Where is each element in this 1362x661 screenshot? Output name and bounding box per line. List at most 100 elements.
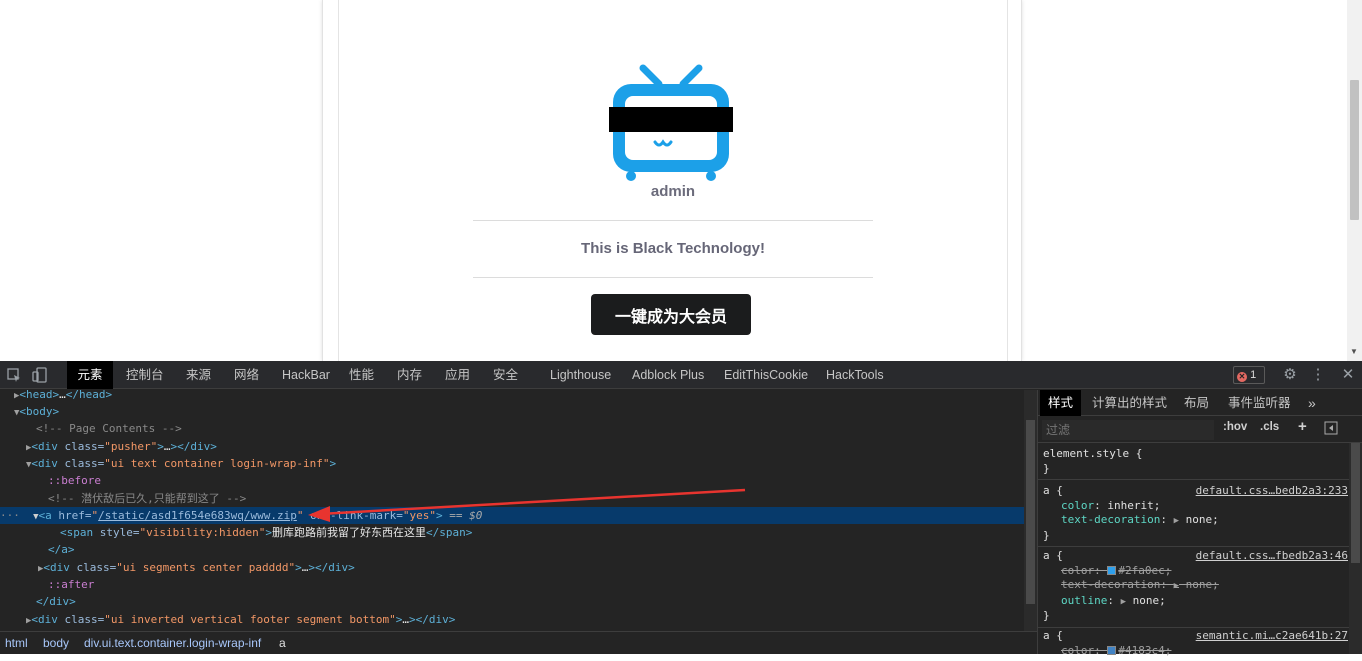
tree-pseudo-after[interactable]: ::after: [0, 576, 1024, 593]
attr-value: "ui segments center padddd": [116, 561, 296, 574]
tab-elements[interactable]: 元素: [67, 361, 113, 389]
attr-name: href=: [58, 509, 92, 522]
styles-scrollbar-thumb[interactable]: [1351, 443, 1360, 563]
tab-adblock-plus[interactable]: Adblock Plus: [632, 361, 704, 389]
new-rule-plus-icon[interactable]: +: [1298, 418, 1307, 435]
error-count-badge[interactable]: ✕ 1: [1233, 366, 1265, 384]
rule-a-semantic[interactable]: a { semantic.mi…c2ae641b:27 color: #4183…: [1038, 626, 1350, 661]
red-annotation-arrow-icon: [308, 488, 746, 522]
prop-row-overridden[interactable]: text-decoration: ▶ none;: [1043, 578, 1345, 594]
censor-bar: [609, 107, 733, 132]
rule-source-link[interactable]: default.css…bedb2a3:233: [1196, 484, 1348, 499]
scroll-down-arrow-icon[interactable]: ▼: [1350, 347, 1358, 356]
tab-computed[interactable]: 计算出的样式: [1092, 390, 1167, 416]
prop-name: color: [1061, 498, 1095, 512]
close-devtools-icon[interactable]: ✕: [1340, 367, 1356, 383]
divider-top: [473, 220, 873, 221]
prop-name: color: [1061, 643, 1095, 657]
inspect-element-icon[interactable]: [6, 367, 22, 383]
page-viewport: admin This is Black Technology! 一键成为大会员 …: [0, 0, 1362, 361]
class-toggle[interactable]: .cls: [1260, 421, 1279, 433]
tab-console[interactable]: 控制台: [126, 361, 164, 389]
elements-scrollbar-thumb[interactable]: [1026, 420, 1035, 604]
become-vip-button[interactable]: 一键成为大会员: [591, 294, 751, 335]
breadcrumb-container[interactable]: div.ui.text.container.login-wrap-inf: [84, 632, 261, 654]
attr-name: class=: [76, 561, 117, 574]
tab-hacktools[interactable]: HackTools: [826, 361, 884, 389]
prop-row[interactable]: outline: ▶ none;: [1043, 594, 1345, 610]
prop-name: color: [1061, 563, 1095, 577]
tab-network[interactable]: 网络: [234, 361, 259, 389]
styles-pane: 样式 计算出的样式 布局 事件监听器 » :hov .cls + element…: [1037, 390, 1362, 657]
breadcrumb: html body div.ui.text.container.login-wr…: [0, 631, 1037, 654]
color-swatch[interactable]: [1107, 565, 1117, 575]
tab-event-listeners[interactable]: 事件监听器: [1228, 390, 1291, 416]
tree-node-login-container[interactable]: ▼<div class="ui text container login-wra…: [0, 455, 1024, 472]
tree-node-segments[interactable]: ▶<div class="ui segments center padddd">…: [0, 559, 1024, 576]
page-scrollbar[interactable]: ▼: [1347, 0, 1362, 361]
breadcrumb-body[interactable]: body: [43, 632, 69, 654]
pseudo-before: ::before: [48, 474, 101, 487]
prop-row-overridden[interactable]: color: #4183c4;: [1043, 644, 1345, 659]
hover-state-toggle[interactable]: :hov: [1223, 421, 1247, 433]
rule-element-style[interactable]: element.style { }: [1038, 444, 1350, 480]
tab-application[interactable]: 应用: [445, 361, 470, 389]
prop-row[interactable]: text-decoration: ▶ none;: [1043, 513, 1345, 529]
tab-security[interactable]: 安全: [493, 361, 518, 389]
tree-node-footer[interactable]: ▶<div class="ui inverted vertical footer…: [0, 611, 1024, 628]
tree-node-body[interactable]: ▼<body>: [0, 403, 1024, 420]
rule-close-brace: }: [1043, 528, 1050, 542]
prop-value: inherit;: [1107, 498, 1161, 512]
more-tabs-chevron-icon[interactable]: »: [1308, 390, 1316, 416]
tab-sources[interactable]: 来源: [186, 361, 211, 389]
bilibili-tv-avatar-icon: [609, 64, 733, 181]
tree-node-pusher[interactable]: ▶<div class="pusher">…></div>: [0, 438, 1024, 455]
more-options-icon[interactable]: ⋮: [1310, 367, 1326, 383]
href-link[interactable]: /static/asd1f654e683wq/www.zip: [98, 509, 297, 522]
prop-value: #2fa0ec;: [1118, 563, 1172, 577]
styles-scrollbar[interactable]: [1349, 443, 1362, 654]
prop-row[interactable]: color: inherit;: [1043, 499, 1345, 514]
breadcrumb-a[interactable]: a: [279, 632, 286, 654]
tab-hackbar[interactable]: HackBar: [282, 361, 330, 389]
breadcrumb-html[interactable]: html: [5, 632, 28, 654]
rule-source-link[interactable]: default.css…fbedb2a3:46: [1196, 549, 1348, 564]
body-open-tag: <body>: [19, 405, 60, 418]
elements-scrollbar[interactable]: [1024, 390, 1037, 631]
tab-memory[interactable]: 内存: [397, 361, 422, 389]
attr-value: "visibility:hidden": [139, 526, 266, 539]
tab-styles[interactable]: 样式: [1040, 390, 1082, 416]
toggle-sidebar-icon[interactable]: [1324, 421, 1338, 438]
rule-a-default-46[interactable]: a { default.css…fbedb2a3:46 color: #2fa0…: [1038, 546, 1350, 628]
tag-end: >: [329, 457, 337, 470]
prop-row-overridden[interactable]: color: #2fa0ec;: [1043, 564, 1345, 579]
expand-arrow-icon[interactable]: ▶: [1121, 597, 1126, 607]
div-open-tag: <div: [43, 561, 77, 574]
tab-performance[interactable]: 性能: [349, 361, 374, 389]
head-close-tag: </head>: [65, 390, 113, 401]
expand-arrow-icon[interactable]: ▶: [1174, 516, 1179, 526]
device-toolbar-icon[interactable]: [32, 367, 48, 383]
tree-node-span[interactable]: <span style="visibility:hidden">删库跑路前我留了…: [0, 524, 1024, 541]
settings-gear-icon[interactable]: ⚙: [1282, 367, 1298, 383]
div-close-tag: </div>: [36, 595, 76, 608]
tree-node-head[interactable]: ▶<head>…</head>: [0, 390, 1024, 403]
tab-editthiscookie[interactable]: EditThisCookie: [724, 361, 808, 389]
tree-pseudo-before[interactable]: ::before: [0, 472, 1024, 489]
tree-div-close[interactable]: </div>: [0, 593, 1024, 610]
pseudo-after: ::after: [48, 578, 95, 591]
tree-a-close[interactable]: </a>: [0, 541, 1024, 558]
tree-comment-page-contents[interactable]: <!-- Page Contents -->: [0, 420, 1024, 437]
styles-filter-input[interactable]: [1042, 420, 1214, 440]
head-open-tag: <head>: [19, 390, 60, 401]
tab-layout[interactable]: 布局: [1184, 390, 1209, 416]
rule-a-default-233[interactable]: a { default.css…bedb2a3:233 color: inher…: [1038, 481, 1350, 547]
page-scrollbar-thumb[interactable]: [1350, 80, 1359, 220]
color-swatch[interactable]: [1107, 645, 1117, 655]
attr-value: "ui inverted vertical footer segment bot…: [104, 613, 396, 626]
divider-bottom: [473, 277, 873, 278]
tab-lighthouse[interactable]: Lighthouse: [550, 361, 611, 389]
rule-source-link[interactable]: semantic.mi…c2ae641b:27: [1196, 629, 1348, 644]
prop-value: none;: [1185, 578, 1219, 591]
expand-arrow-icon[interactable]: ▶: [1174, 581, 1179, 591]
